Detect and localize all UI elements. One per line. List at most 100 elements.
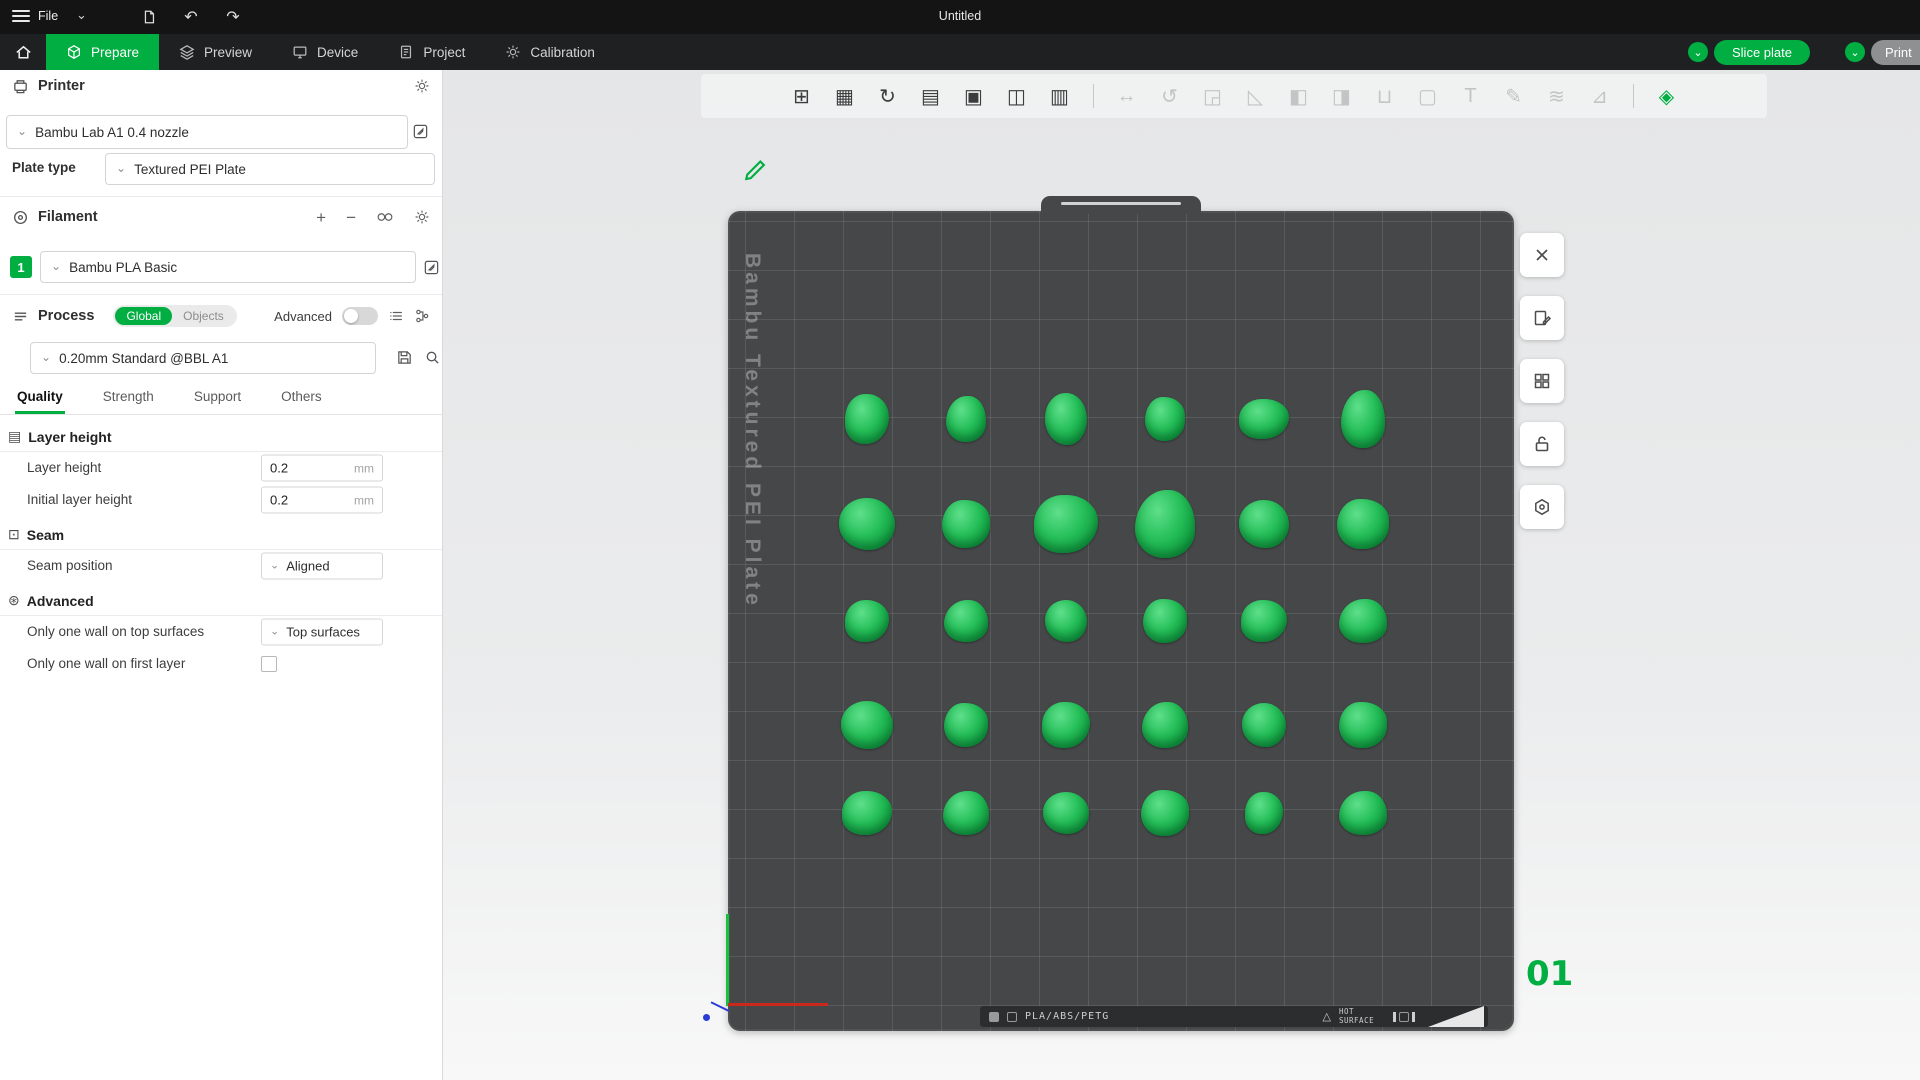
tab-prepare[interactable]: Prepare xyxy=(46,34,159,70)
home-button[interactable] xyxy=(0,34,46,70)
edit-plate-name-icon[interactable] xyxy=(741,154,771,184)
preset-search-icon[interactable] xyxy=(424,349,441,366)
add-filament-button[interactable]: + xyxy=(316,209,326,226)
process-preset-select[interactable]: ⌄ 0.20mm Standard @BBL A1 xyxy=(30,342,376,374)
tab-device[interactable]: Device xyxy=(272,34,378,70)
ams-sync-icon[interactable] xyxy=(376,210,394,224)
printer-edit-icon[interactable] xyxy=(412,123,429,140)
plate-mini-icon xyxy=(1399,1012,1409,1022)
delete-plate-icon xyxy=(1532,245,1552,265)
param-tree-icon[interactable] xyxy=(414,308,430,324)
lock-plate-button[interactable] xyxy=(1520,422,1564,466)
build-plate[interactable]: Bambu Textured PEI Plate PLA/ABS/PETG △ … xyxy=(728,211,1514,1031)
model-object[interactable] xyxy=(1043,792,1089,834)
model-object[interactable] xyxy=(1239,500,1289,548)
model-object[interactable] xyxy=(1145,397,1185,441)
model-object[interactable] xyxy=(1339,599,1387,643)
paste-icon[interactable]: ◫ xyxy=(1004,83,1030,109)
filament-edit-icon[interactable] xyxy=(423,259,440,276)
model-object[interactable] xyxy=(1141,790,1189,836)
tab-preview[interactable]: Preview xyxy=(159,34,272,70)
param-list-icon[interactable] xyxy=(388,308,404,324)
model-object[interactable] xyxy=(944,600,988,642)
plate-number: 01 xyxy=(1526,954,1573,994)
param-select[interactable]: ⌄Aligned xyxy=(261,553,383,580)
model-object[interactable] xyxy=(1143,599,1187,643)
param-input[interactable]: 0.2mm xyxy=(261,455,383,482)
printer-settings-gear-icon[interactable] xyxy=(414,78,430,94)
paint-icon: ✎ xyxy=(1501,83,1527,109)
tab-project[interactable]: Project xyxy=(378,34,485,70)
model-object[interactable] xyxy=(845,600,889,642)
param-group: ▤Layer heightLayer height0.2mmInitial la… xyxy=(0,422,442,516)
plate-handle xyxy=(1041,196,1201,214)
model-object[interactable] xyxy=(1337,499,1389,549)
orient-plate-button[interactable] xyxy=(1520,296,1564,340)
model-object[interactable] xyxy=(1034,495,1098,553)
param-input[interactable]: 0.2mm xyxy=(261,487,383,514)
model-object[interactable] xyxy=(1339,791,1387,835)
viewport-3d[interactable]: ⊞▦↻▤▣◫▥↔↺◲◺◧◨⊔▢T✎≋⊿◈ Bambu Textured PEI … xyxy=(443,70,1920,1080)
param-row: Layer height0.2mm xyxy=(0,452,442,484)
slice-options-chevron-icon[interactable]: ⌄ xyxy=(1688,42,1708,62)
print-options-chevron-icon[interactable]: ⌄ xyxy=(1845,42,1865,62)
plate-type-select[interactable]: ⌄ Textured PEI Plate xyxy=(105,153,435,185)
model-object[interactable] xyxy=(1339,702,1387,748)
process-tab-strength[interactable]: Strength xyxy=(101,381,156,414)
delete-plate-button[interactable] xyxy=(1520,233,1564,277)
model-object[interactable] xyxy=(944,703,988,747)
model-object[interactable] xyxy=(845,394,889,444)
model-object[interactable] xyxy=(842,791,892,835)
process-tab-support[interactable]: Support xyxy=(192,381,243,414)
model-object[interactable] xyxy=(1142,702,1188,748)
add-text-icon: T xyxy=(1458,83,1484,109)
print-button[interactable]: Print xyxy=(1871,40,1920,65)
model-object[interactable] xyxy=(942,500,990,548)
origin-dot xyxy=(703,1014,710,1021)
arrange-plate-button[interactable] xyxy=(1520,359,1564,403)
model-object[interactable] xyxy=(943,791,989,835)
preset-save-icon[interactable] xyxy=(396,349,413,366)
model-object[interactable] xyxy=(1239,399,1289,439)
arrange-icon[interactable]: ▤ xyxy=(918,83,944,109)
tab-calibration[interactable]: Calibration xyxy=(485,34,615,70)
process-section-title: Process xyxy=(38,308,94,324)
model-object[interactable] xyxy=(1045,393,1087,445)
auto-orient-icon[interactable]: ↻ xyxy=(875,83,901,109)
viewport-toolbar: ⊞▦↻▤▣◫▥↔↺◲◺◧◨⊔▢T✎≋⊿◈ xyxy=(701,74,1767,118)
slice-plate-button[interactable]: Slice plate xyxy=(1714,40,1810,65)
model-object[interactable] xyxy=(1045,600,1087,642)
plate-settings-button[interactable] xyxy=(1520,485,1564,529)
model-object[interactable] xyxy=(839,498,895,550)
copy-icon[interactable]: ▣ xyxy=(961,83,987,109)
param-checkbox[interactable] xyxy=(261,656,277,672)
remove-filament-button[interactable]: − xyxy=(346,209,356,226)
home-icon xyxy=(14,43,33,61)
param-row: Seam position⌄Aligned xyxy=(0,550,442,582)
model-object[interactable] xyxy=(1245,792,1283,834)
tab-bar: PreparePreviewDeviceProjectCalibration ⌄… xyxy=(0,34,1920,70)
printer-select[interactable]: ⌄ Bambu Lab A1 0.4 nozzle xyxy=(6,115,408,149)
model-object[interactable] xyxy=(1042,702,1090,748)
assembly-view-icon[interactable]: ◈ xyxy=(1654,83,1680,109)
advanced-toggle[interactable] xyxy=(342,307,378,325)
model-object[interactable] xyxy=(1135,490,1195,558)
process-tab-others[interactable]: Others xyxy=(279,381,324,414)
model-object[interactable] xyxy=(1241,600,1287,642)
param-select-value: Top surfaces xyxy=(286,625,360,640)
printer-section-header: Printer xyxy=(0,70,442,102)
filament-section-header: Filament + − xyxy=(0,201,442,233)
filament-settings-gear-icon[interactable] xyxy=(414,209,430,225)
filament-select[interactable]: ⌄ Bambu PLA Basic xyxy=(40,251,416,283)
param-select[interactable]: ⌄Top surfaces xyxy=(261,619,383,646)
layout-icon[interactable]: ▥ xyxy=(1047,83,1073,109)
process-tab-quality[interactable]: Quality xyxy=(15,381,65,414)
add-plate-icon[interactable]: ▦ xyxy=(832,83,858,109)
scope-global-pill[interactable]: Global xyxy=(115,307,172,325)
add-model-icon[interactable]: ⊞ xyxy=(789,83,815,109)
model-object[interactable] xyxy=(1242,703,1286,747)
model-object[interactable] xyxy=(1341,390,1385,448)
model-object[interactable] xyxy=(946,396,986,442)
scope-objects-pill[interactable]: Objects xyxy=(172,307,235,325)
model-object[interactable] xyxy=(841,701,893,749)
